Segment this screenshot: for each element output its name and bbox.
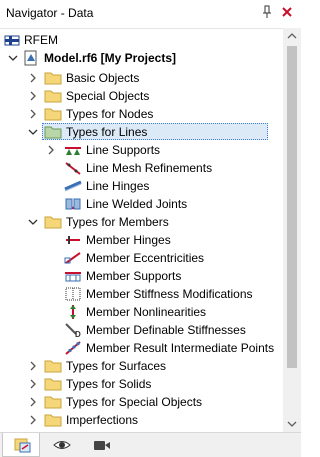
tree-model[interactable]: Model.rf6 [My Projects] <box>0 49 283 67</box>
folder-icon <box>44 376 62 392</box>
chevron-right-icon[interactable] <box>28 69 38 87</box>
member-hinge-icon <box>64 232 82 248</box>
tree-item-member-supports[interactable]: Member Supports <box>0 267 283 285</box>
line-mesh-refinement-icon <box>64 160 82 176</box>
tree-item-label: Member Stiffness Modifications <box>86 287 253 301</box>
tree-item-basic-objects[interactable]: Basic Objects <box>0 69 283 87</box>
tree-item-types-for-lines[interactable]: Types for Lines <box>0 123 283 141</box>
tree-item-special-objects[interactable]: Special Objects <box>0 87 283 105</box>
scrollbar-thumb[interactable] <box>287 46 297 368</box>
chevron-right-icon[interactable] <box>46 141 56 159</box>
video-camera-icon <box>94 441 110 450</box>
line-support-icon <box>64 142 82 158</box>
stiffness-modification-icon <box>64 286 82 302</box>
model-file-icon <box>22 50 40 66</box>
tree-item-types-for-surfaces[interactable]: Types for Surfaces <box>0 357 283 375</box>
folder-icon <box>44 106 62 122</box>
chevron-right-icon[interactable] <box>28 375 38 393</box>
tree-item-label: Imperfections <box>66 413 139 427</box>
chevron-down-icon[interactable] <box>8 49 18 67</box>
chevron-right-icon[interactable] <box>28 105 38 123</box>
tree-item-line-hinges[interactable]: Line Hinges <box>0 177 283 195</box>
chevron-right-icon[interactable] <box>28 357 38 375</box>
definable-stiffness-icon: D <box>64 322 82 339</box>
tree-item-label: Line Hinges <box>86 179 150 193</box>
tree-item-member-definable-stiffnesses[interactable]: D Member Definable Stiffnesses <box>0 321 283 339</box>
tree-item-label: Line Welded Joints <box>86 197 188 211</box>
rfem-flag-icon <box>4 32 22 48</box>
folder-icon <box>44 358 62 374</box>
tree-item-member-nonlinearities[interactable]: Member Nonlinearities <box>0 303 283 321</box>
tree-item-line-mesh-refinements[interactable]: Line Mesh Refinements <box>0 159 283 177</box>
tree-item-label: Member Definable Stiffnesses <box>86 323 246 337</box>
tree-item-label: Basic Objects <box>66 71 140 85</box>
vertical-scrollbar[interactable] <box>283 28 301 432</box>
scroll-down-arrow-icon[interactable] <box>283 415 301 432</box>
chevron-down-icon[interactable] <box>28 123 38 141</box>
tree-item-types-for-nodes[interactable]: Types for Nodes <box>0 105 283 123</box>
title-bar: Navigator - Data <box>0 0 301 26</box>
tab-data[interactable] <box>2 433 40 457</box>
navigator-tab-bar <box>0 432 301 457</box>
tree-item-label: Types for Nodes <box>66 107 154 121</box>
window-title: Navigator - Data <box>6 6 94 20</box>
tree-item-types-for-members[interactable]: Types for Members <box>0 213 283 231</box>
tree-item-label: Member Hinges <box>86 233 171 247</box>
line-hinge-icon <box>64 178 82 194</box>
tree-item-label: Types for Members <box>66 215 169 229</box>
intermediate-points-icon <box>64 340 82 356</box>
tree-item-imperfections[interactable]: Imperfections <box>0 411 283 429</box>
model-label: Model.rf6 [My Projects] <box>44 51 177 65</box>
data-tab-icon <box>14 438 31 453</box>
pin-icon[interactable] <box>259 4 275 20</box>
tree-item-member-result-intermediate-points[interactable]: Member Result Intermediate Points <box>0 339 283 357</box>
folder-icon <box>44 214 62 230</box>
chevron-down-icon[interactable] <box>28 213 38 231</box>
eye-icon <box>53 441 71 449</box>
navigator-tree: RFEM Model.rf6 [My Projects] Basic Objec… <box>0 28 283 433</box>
tree-item-label: Types for Surfaces <box>66 359 167 373</box>
close-icon[interactable] <box>279 4 295 20</box>
tree-item-line-welded-joints[interactable]: Line Welded Joints <box>0 195 283 213</box>
nonlinearity-icon <box>64 304 82 320</box>
folder-icon <box>44 412 62 428</box>
tree-item-label: Special Objects <box>66 89 150 103</box>
folder-open-icon <box>44 124 62 140</box>
tree-item-label: Types for Special Objects <box>66 395 203 409</box>
scroll-up-arrow-icon[interactable] <box>283 28 301 45</box>
folder-icon <box>44 88 62 104</box>
tab-camera[interactable] <box>82 433 120 457</box>
chevron-right-icon[interactable] <box>28 87 38 105</box>
tree-item-label: Member Eccentricities <box>86 251 205 265</box>
svg-text:D: D <box>75 330 81 338</box>
tree-root-rfem[interactable]: RFEM <box>0 31 283 49</box>
tree-item-label: Member Result Intermediate Points <box>86 341 275 355</box>
member-support-icon <box>64 268 82 284</box>
tree-item-label: Types for Lines <box>66 125 148 139</box>
folder-icon <box>44 394 62 410</box>
member-eccentricity-icon <box>64 250 82 266</box>
welded-joint-icon <box>64 196 82 212</box>
tree-item-label: Types for Solids <box>66 377 152 391</box>
tree-item-types-for-special-objects[interactable]: Types for Special Objects <box>0 393 283 411</box>
tree-root-label: RFEM <box>24 33 58 47</box>
tree-item-member-hinges[interactable]: Member Hinges <box>0 231 283 249</box>
tree-item-label: Member Nonlinearities <box>86 305 207 319</box>
tree-item-label: Line Supports <box>86 143 161 157</box>
tree-item-label: Line Mesh Refinements <box>86 161 213 175</box>
tree-item-types-for-solids[interactable]: Types for Solids <box>0 375 283 393</box>
tree-item-label: Member Supports <box>86 269 182 283</box>
chevron-right-icon[interactable] <box>28 411 38 429</box>
tab-view[interactable] <box>42 433 80 457</box>
tree-item-member-eccentricities[interactable]: Member Eccentricities <box>0 249 283 267</box>
tree-item-member-stiffness-modifications[interactable]: Member Stiffness Modifications <box>0 285 283 303</box>
folder-icon <box>44 70 62 86</box>
tree-item-line-supports[interactable]: Line Supports <box>0 141 283 159</box>
chevron-right-icon[interactable] <box>28 393 38 411</box>
